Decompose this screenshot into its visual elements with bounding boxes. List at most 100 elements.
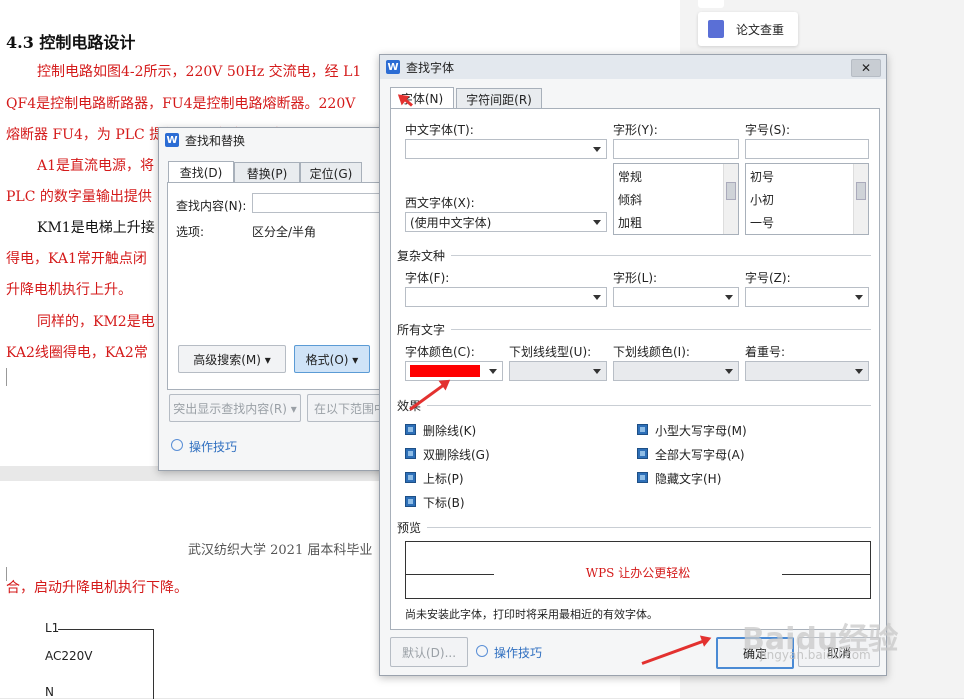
wps-icon: W bbox=[165, 133, 179, 147]
all-caps-label: 全部大写字母(A) bbox=[655, 448, 745, 462]
hidden-text-label: 隐藏文字(H) bbox=[655, 472, 722, 486]
small-caps-checkbox[interactable] bbox=[637, 424, 648, 435]
complex-font-select[interactable] bbox=[405, 287, 607, 307]
west-font-select[interactable]: (使用中文字体) bbox=[405, 212, 607, 232]
font-color-select[interactable] bbox=[405, 361, 503, 381]
diagram-label-ac: AC220V bbox=[45, 649, 93, 663]
underline-style-select[interactable] bbox=[509, 361, 607, 381]
underline-style-label: 下划线线型(U): bbox=[509, 345, 592, 359]
tab-find[interactable]: 查找(D) bbox=[168, 161, 234, 183]
diagram-label-l1: L1 bbox=[45, 621, 60, 635]
find-label: 查找内容(N): bbox=[176, 199, 247, 213]
diagram-label-n: N bbox=[45, 685, 54, 699]
divider bbox=[451, 329, 871, 330]
subscript-label: 下标(B) bbox=[423, 496, 465, 510]
emphasis-select[interactable] bbox=[745, 361, 869, 381]
double-strike-checkbox[interactable] bbox=[405, 448, 416, 459]
doc-line: 得电，KA1常开触点闭 bbox=[6, 251, 147, 267]
superscript-checkbox[interactable] bbox=[405, 472, 416, 483]
list-item[interactable]: 一号 bbox=[750, 214, 774, 231]
document-check-icon bbox=[708, 20, 724, 38]
complex-style-select[interactable] bbox=[613, 287, 739, 307]
cn-font-label: 中文字体(T): bbox=[405, 123, 474, 137]
doc-line: KM1是电梯上升接 bbox=[37, 220, 155, 236]
highlight-button[interactable]: 突出显示查找内容(R) ▾ bbox=[169, 394, 301, 422]
dialog-title: 查找字体 bbox=[406, 60, 455, 75]
format-button[interactable]: 格式(O) ▾ bbox=[294, 345, 370, 373]
strikethrough-checkbox[interactable] bbox=[405, 424, 416, 435]
diagram-wire bbox=[153, 629, 154, 699]
list-item[interactable]: 小初 bbox=[750, 191, 774, 208]
dialog-titlebar: W 查找和替换 bbox=[159, 128, 389, 152]
tab-spacing[interactable]: 字符间距(R) bbox=[456, 88, 542, 109]
complex-size-label: 字号(Z): bbox=[745, 271, 791, 285]
scrollbar[interactable] bbox=[723, 164, 738, 234]
thesis-check-label: 论文查重 bbox=[736, 23, 785, 37]
hidden-text-checkbox[interactable] bbox=[637, 472, 648, 483]
find-input[interactable] bbox=[252, 193, 392, 213]
size-list[interactable]: 初号 小初 一号 bbox=[745, 163, 869, 235]
options-value: 区分全/半角 bbox=[252, 225, 317, 239]
list-item[interactable]: 初号 bbox=[750, 168, 774, 185]
list-item[interactable]: 加粗 bbox=[618, 214, 642, 231]
complex-size-select[interactable] bbox=[745, 287, 869, 307]
complex-style-label: 字形(L): bbox=[613, 271, 658, 285]
preview-text: WPS 让办公更轻松 bbox=[585, 566, 691, 580]
superscript-label: 上标(P) bbox=[423, 472, 464, 486]
doc-line: 同样的，KM2是电 bbox=[37, 314, 155, 330]
doc-line: QF4是控制电路断路器，FU4是控制电路熔断器。220V bbox=[6, 96, 356, 112]
underline-color-label: 下划线颜色(I): bbox=[613, 345, 690, 359]
style-label: 字形(Y): bbox=[613, 123, 658, 137]
all-text-section-title: 所有文字 bbox=[397, 323, 446, 337]
default-button[interactable]: 默认(D)... bbox=[390, 637, 468, 667]
margin-mark bbox=[6, 368, 7, 386]
play-icon bbox=[171, 439, 183, 451]
small-caps-label: 小型大写字母(M) bbox=[655, 424, 747, 438]
tips-link[interactable]: 操作技巧 bbox=[189, 438, 237, 455]
doc-line: PLC 的数字量输出提供 bbox=[6, 189, 152, 205]
section-heading: 4.3 控制电路设计 bbox=[6, 33, 136, 52]
scrollbar[interactable] bbox=[853, 164, 868, 234]
wps-icon: W bbox=[386, 60, 400, 74]
doc-line: 控制电路如图4-2所示，220V 50Hz 交流电，经 L1 bbox=[37, 64, 362, 80]
find-font-dialog: W 查找字体 ✕ 字体(N) 字符间距(R) 中文字体(T): 字形(Y): 常… bbox=[379, 54, 887, 676]
emphasis-label: 着重号: bbox=[745, 345, 786, 359]
font-notice: 尚未安装此字体，打印时将采用最相近的有效字体。 bbox=[405, 608, 658, 621]
tab-goto[interactable]: 定位(G) bbox=[300, 162, 362, 183]
font-tab-panel: 中文字体(T): 字形(Y): 常规 倾斜 加粗 字号(S): 初号 小初 一号… bbox=[390, 108, 880, 630]
find-replace-dialog: W 查找和替换 查找(D) 替换(P) 定位(G) 查找内容(N): 选项: 区… bbox=[158, 127, 395, 471]
diagram-wire bbox=[58, 629, 154, 630]
style-list[interactable]: 常规 倾斜 加粗 bbox=[613, 163, 739, 235]
list-item[interactable]: 常规 bbox=[618, 168, 642, 185]
list-item[interactable]: 倾斜 bbox=[618, 191, 642, 208]
double-strike-label: 双删除线(G) bbox=[423, 448, 490, 462]
size-input[interactable] bbox=[745, 139, 869, 159]
font-color-label: 字体颜色(C): bbox=[405, 345, 475, 359]
page-footer: 武汉纺织大学 2021 届本科毕业 bbox=[188, 543, 373, 558]
play-icon bbox=[476, 645, 488, 657]
style-input[interactable] bbox=[613, 139, 739, 159]
all-caps-checkbox[interactable] bbox=[637, 448, 648, 459]
dialog-titlebar: W 查找字体 bbox=[380, 55, 886, 79]
underline-color-select[interactable] bbox=[613, 361, 739, 381]
thesis-check-button[interactable]: 论文查重 bbox=[698, 12, 798, 46]
close-icon[interactable]: ✕ bbox=[851, 59, 881, 77]
west-font-value: (使用中文字体) bbox=[410, 215, 492, 230]
side-button-partial[interactable] bbox=[698, 0, 724, 8]
divider bbox=[451, 255, 871, 256]
tab-replace[interactable]: 替换(P) bbox=[234, 162, 300, 183]
strikethrough-label: 删除线(K) bbox=[423, 424, 477, 438]
doc-line: A1是直流电源，将 bbox=[37, 158, 155, 174]
west-font-label: 西文字体(X): bbox=[405, 196, 475, 210]
complex-font-label: 字体(F): bbox=[405, 271, 450, 285]
subscript-checkbox[interactable] bbox=[405, 496, 416, 507]
dialog-title: 查找和替换 bbox=[185, 133, 246, 148]
divider bbox=[427, 405, 871, 406]
tab-panel: 查找内容(N): 选项: 区分全/半角 高级搜索(M) ▾ 格式(O) ▾ bbox=[167, 182, 392, 390]
tips-link[interactable]: 操作技巧 bbox=[494, 644, 542, 661]
cn-font-select[interactable] bbox=[405, 139, 607, 159]
advanced-search-button[interactable]: 高级搜索(M) ▾ bbox=[178, 345, 286, 373]
complex-section-title: 复杂文种 bbox=[397, 249, 446, 263]
doc-line: KA2线圈得电，KA2常 bbox=[6, 345, 148, 361]
doc-line: 合，启动升降电机执行下降。 bbox=[6, 580, 188, 596]
